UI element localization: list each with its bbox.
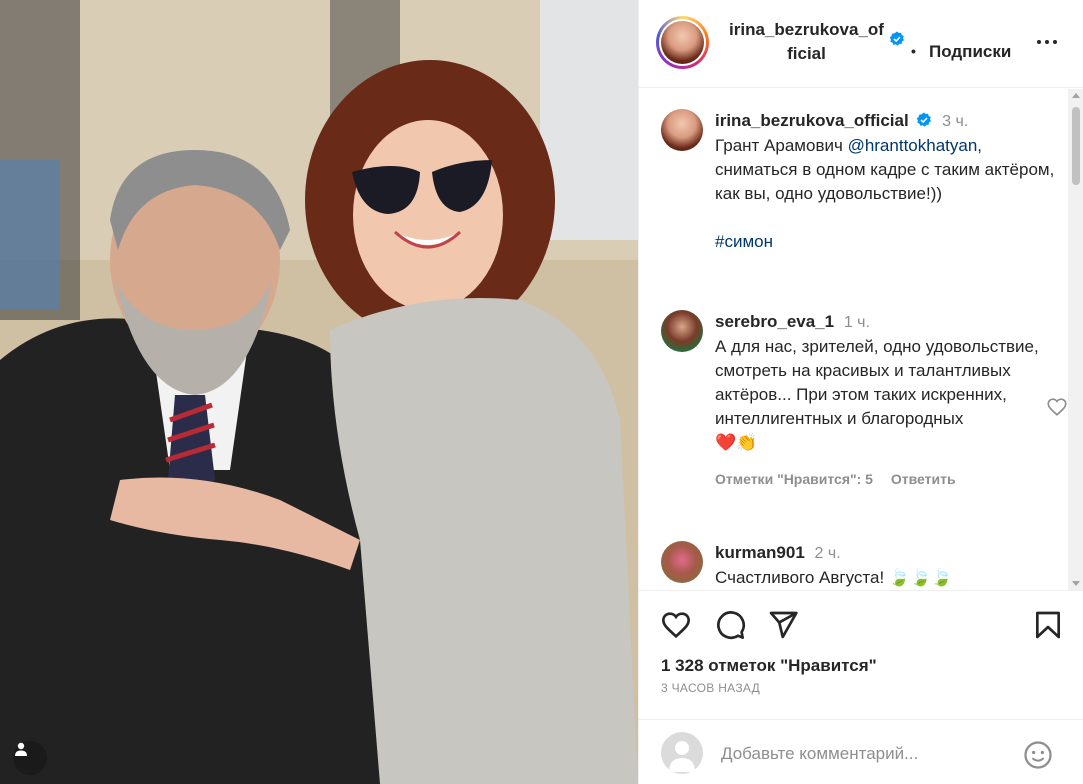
- comment-username[interactable]: kurman901: [715, 543, 805, 562]
- comment-text: Счастливого Августа!: [715, 568, 885, 587]
- comment-timestamp[interactable]: 1 ч.: [844, 314, 870, 331]
- caption-author-avatar[interactable]: [661, 109, 703, 151]
- post-photo-illustration: [0, 0, 638, 784]
- heart-icon[interactable]: [660, 609, 692, 641]
- comment-reply-button[interactable]: Ответить: [891, 471, 956, 487]
- author-avatar: [661, 21, 704, 64]
- current-user-avatar[interactable]: [661, 732, 703, 774]
- bookmark-icon[interactable]: [1032, 609, 1064, 641]
- comments-list[interactable]: irina_bezrukova_official 3 ч. Грант Арам…: [639, 89, 1071, 590]
- caption-mention-link[interactable]: @hranttokhatyan: [848, 136, 978, 155]
- comment-meta: Отметки "Нравится": 5 Ответить: [715, 467, 1055, 491]
- comment-icon[interactable]: [714, 609, 746, 641]
- author-username-line-2: ficial: [787, 44, 826, 63]
- comment-author-avatar[interactable]: [661, 541, 703, 583]
- separator-dot: •: [911, 43, 916, 59]
- scrollbar-thumb[interactable]: [1072, 107, 1080, 185]
- comment-username[interactable]: serebro_eva_1: [715, 312, 834, 331]
- caption-body: irina_bezrukova_official 3 ч. Грант Арам…: [715, 109, 1055, 254]
- caption-timestamp[interactable]: 3 ч.: [942, 113, 968, 130]
- share-icon[interactable]: [767, 609, 799, 641]
- verified-badge-icon: [889, 31, 904, 46]
- post-header: irina_bezrukova_of ficial • Подписки: [639, 0, 1083, 88]
- post-side-panel: irina_bezrukova_of ficial • Подписки iri…: [638, 0, 1083, 784]
- caption-username[interactable]: irina_bezrukova_official: [715, 111, 909, 130]
- post-timestamp[interactable]: 3 ЧАСОВ НАЗАД: [661, 681, 760, 695]
- user-tag-icon: [15, 742, 27, 756]
- comments-scrollbar[interactable]: [1068, 89, 1083, 590]
- comment-emoji: 🍃🍃🍃: [888, 568, 953, 587]
- user-tags-button[interactable]: [13, 741, 47, 775]
- following-button[interactable]: Подписки: [929, 42, 1011, 62]
- emoji-icon[interactable]: [1023, 740, 1053, 770]
- post-photo[interactable]: [0, 0, 638, 784]
- comment-timestamp[interactable]: 2 ч.: [815, 545, 841, 562]
- comment-emoji: ❤️👏: [715, 433, 758, 452]
- comment-input[interactable]: [721, 740, 1011, 768]
- add-comment-bar: [639, 719, 1083, 784]
- more-options-icon[interactable]: [1035, 30, 1059, 54]
- post-actions: 1 328 отметок "Нравится" 3 ЧАСОВ НАЗАД: [639, 590, 1083, 710]
- author-username[interactable]: irina_bezrukova_of ficial: [724, 18, 889, 66]
- comment-like-heart-icon[interactable]: [1046, 396, 1068, 418]
- caption-hashtag-link[interactable]: #симон: [715, 232, 773, 251]
- likes-count[interactable]: 1 328 отметок "Нравится": [661, 656, 877, 676]
- verified-badge-icon: [917, 112, 932, 127]
- author-avatar-story-ring[interactable]: [656, 16, 709, 69]
- caption-text-start: Грант Арамович: [715, 136, 848, 155]
- scroll-down-arrow[interactable]: [1072, 581, 1080, 586]
- comment-likes-count[interactable]: Отметки "Нравится": 5: [715, 471, 873, 487]
- comment-body: kurman901 2 ч. Счастливого Августа! 🍃🍃🍃: [715, 541, 1055, 590]
- comment-author-avatar[interactable]: [661, 310, 703, 352]
- default-avatar-icon: [669, 741, 695, 772]
- comment-body: serebro_eva_1 1 ч. А для нас, зрителей, …: [715, 310, 1055, 491]
- scroll-up-arrow[interactable]: [1072, 93, 1080, 98]
- author-username-line-1: irina_bezrukova_of: [729, 20, 884, 39]
- comment-text: А для нас, зрителей, одно удовольствие, …: [715, 337, 1039, 428]
